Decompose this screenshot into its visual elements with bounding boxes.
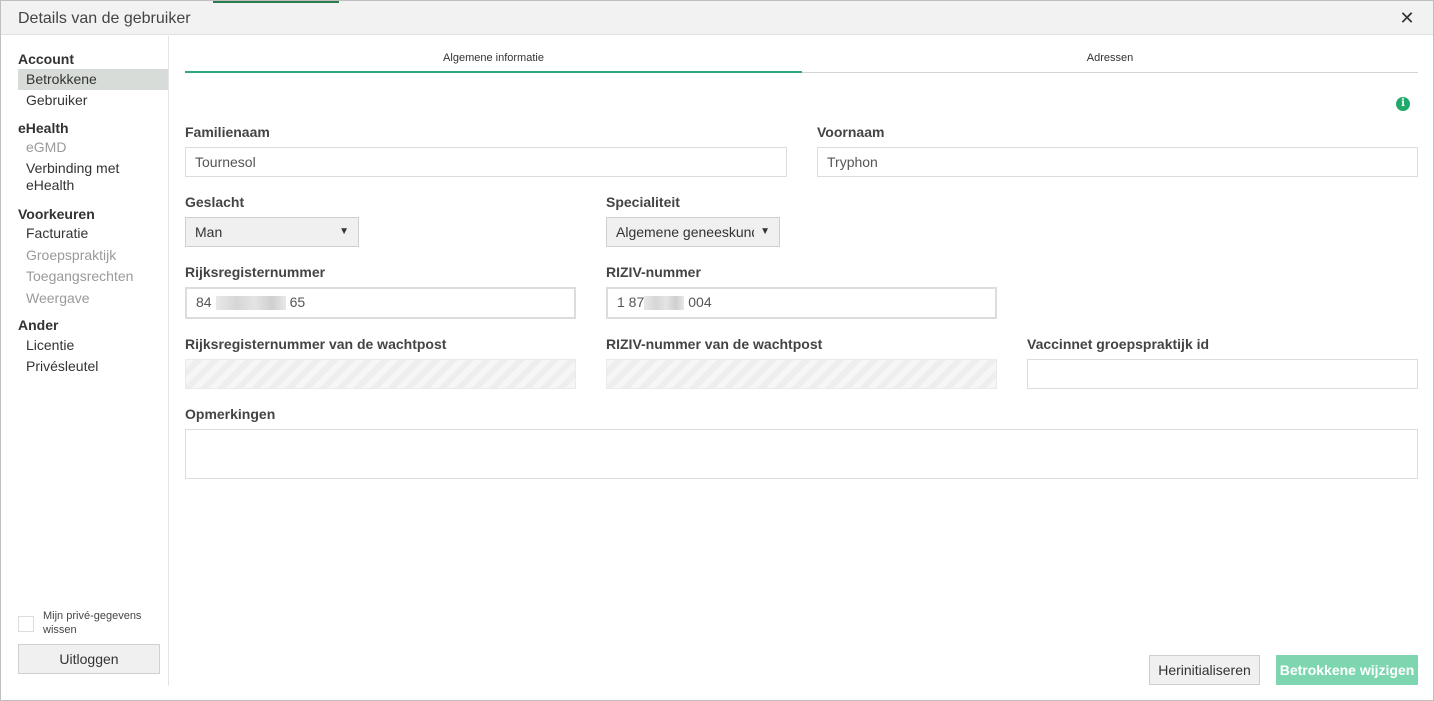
wipe-private-data-label: Mijn privé-gegevens wissen [43,610,142,636]
sidebar-item-groepspraktijk[interactable]: Groepspraktijk [18,245,168,266]
wipe-private-data-checkbox[interactable] [18,616,34,632]
user-details-dialog: Details van de gebruiker ✕ Account Betro… [0,0,1434,701]
rr-wachtpost-input [185,359,576,389]
redacted-region [644,296,685,311]
caret-down-icon: ▼ [756,218,770,246]
dialog-title: Details van de gebruiker [18,10,191,27]
sidebar-header-account: Account [18,51,74,67]
sidebar-item-licentie[interactable]: Licentie [18,335,168,356]
voornaam-input[interactable]: Tryphon [817,147,1418,177]
sidebar: Account Betrokkene Gebruiker eHealth eGM… [1,36,169,686]
specialiteit-value: Algemene geneeskunde [616,224,754,240]
reset-button[interactable]: Herinitialiseren [1149,655,1260,685]
sidebar-item-egmd[interactable]: eGMD [18,137,168,158]
opmerkingen-label: Opmerkingen [185,406,276,422]
tab-algemene-informatie[interactable]: Algemene informatie [185,49,802,73]
caret-down-icon: ▼ [339,226,349,237]
tab-bar: Algemene informatie Adressen [185,49,1418,73]
dialog-titlebar: Details van de gebruiker ✕ [1,1,1433,35]
tab-adressen[interactable]: Adressen [802,49,1418,72]
info-icon[interactable]: i [1396,97,1410,111]
rijksregisternummer-suffix: 65 [289,294,306,310]
geslacht-label: Geslacht [185,194,245,210]
rijksregisternummer-prefix: 84 [196,294,212,310]
sidebar-item-gebruiker[interactable]: Gebruiker [18,90,168,111]
sidebar-item-verbinding-ehealth[interactable]: Verbinding met eHealth [18,159,168,195]
familienaam-label: Familienaam [185,124,270,140]
vaccinnet-input[interactable] [1027,359,1418,389]
rijksregisternummer-label: Rijksregisternummer [185,264,326,280]
riziv-wachtpost-input [606,359,997,389]
voornaam-label: Voornaam [817,124,885,140]
sidebar-item-betrokkene[interactable]: Betrokkene [18,69,168,90]
logout-button[interactable]: Uitloggen [18,644,160,674]
specialiteit-label: Specialiteit [606,194,680,210]
sidebar-item-privesleutel[interactable]: Privésleutel [18,356,168,377]
opmerkingen-textarea[interactable] [185,429,1418,479]
sidebar-item-weergave[interactable]: Weergave [18,288,168,309]
sidebar-header-ehealth: eHealth [18,120,69,136]
familienaam-input[interactable]: Tournesol [185,147,787,177]
rr-wachtpost-label: Rijksregisternummer van de wachtpost [185,336,447,352]
vaccinnet-label: Vaccinnet groepspraktijk id [1027,336,1210,352]
riziv-nummer-label: RIZIV-nummer [606,264,701,280]
sidebar-header-ander: Ander [18,317,59,333]
sidebar-header-voorkeuren: Voorkeuren [18,206,95,222]
riziv-nummer-suffix: 004 [688,294,712,310]
riziv-nummer-prefix: 1 87 [617,294,645,310]
rijksregisternummer-input[interactable]: 84 65 [185,287,576,319]
sidebar-item-facturatie[interactable]: Facturatie [18,223,168,244]
redacted-region [215,296,286,311]
specialiteit-select[interactable]: Algemene geneeskunde ▼ [606,217,780,247]
titlebar-accent [213,1,339,3]
close-icon[interactable]: ✕ [1397,8,1417,28]
geslacht-value: Man [195,224,223,240]
riziv-wachtpost-label: RIZIV-nummer van de wachtpost [606,336,823,352]
geslacht-select[interactable]: Man ▼ [185,217,359,247]
sidebar-item-toegangsrechten[interactable]: Toegangsrechten [18,266,168,287]
save-betrokkene-button[interactable]: Betrokkene wijzigen [1276,655,1418,685]
riziv-nummer-input[interactable]: 1 87 004 [606,287,997,319]
